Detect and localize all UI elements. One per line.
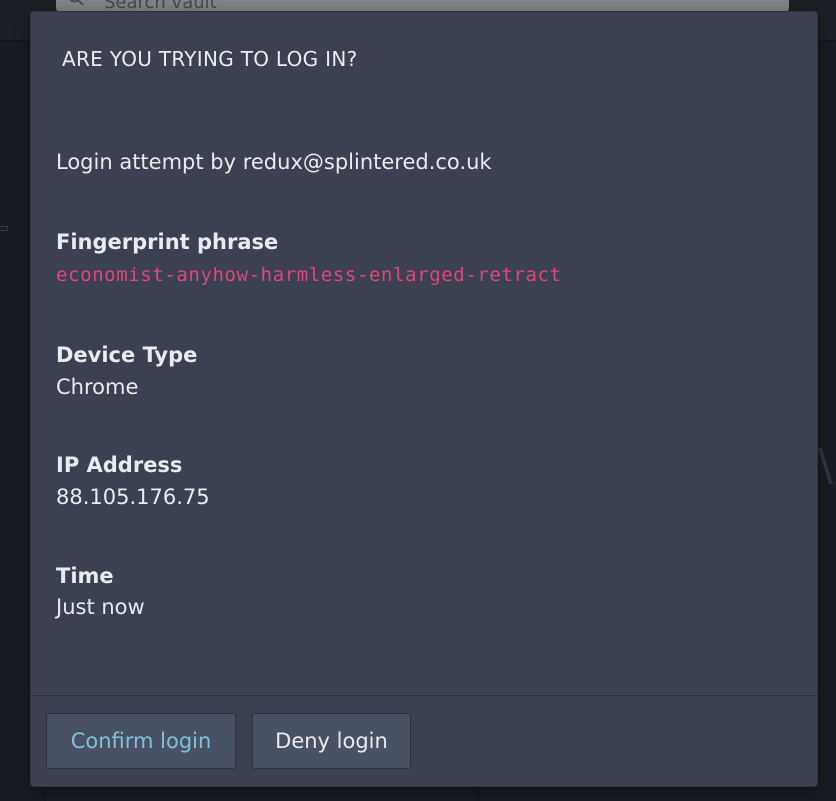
confirm-login-button[interactable]: Confirm login (46, 713, 236, 769)
device-type-value: Chrome (56, 375, 139, 399)
login-attempt-text: Login attempt by redux@splintered.co.uk (56, 150, 492, 174)
time-value: Just now (56, 595, 145, 619)
deny-login-button[interactable]: Deny login (252, 713, 411, 769)
login-approval-dialog: ARE YOU TRYING TO LOG IN? Login attempt … (30, 11, 818, 787)
time-label: Time (56, 564, 114, 588)
fingerprint-label: Fingerprint phrase (56, 230, 279, 254)
ip-address-value: 88.105.176.75 (56, 485, 210, 509)
device-type-label: Device Type (56, 343, 198, 367)
dialog-title: ARE YOU TRYING TO LOG IN? (62, 47, 358, 71)
fingerprint-phrase: economist-anyhow-harmless-enlarged-retra… (56, 264, 562, 286)
ip-address-label: IP Address (56, 453, 183, 477)
dialog-footer: Confirm login Deny login (31, 695, 817, 786)
